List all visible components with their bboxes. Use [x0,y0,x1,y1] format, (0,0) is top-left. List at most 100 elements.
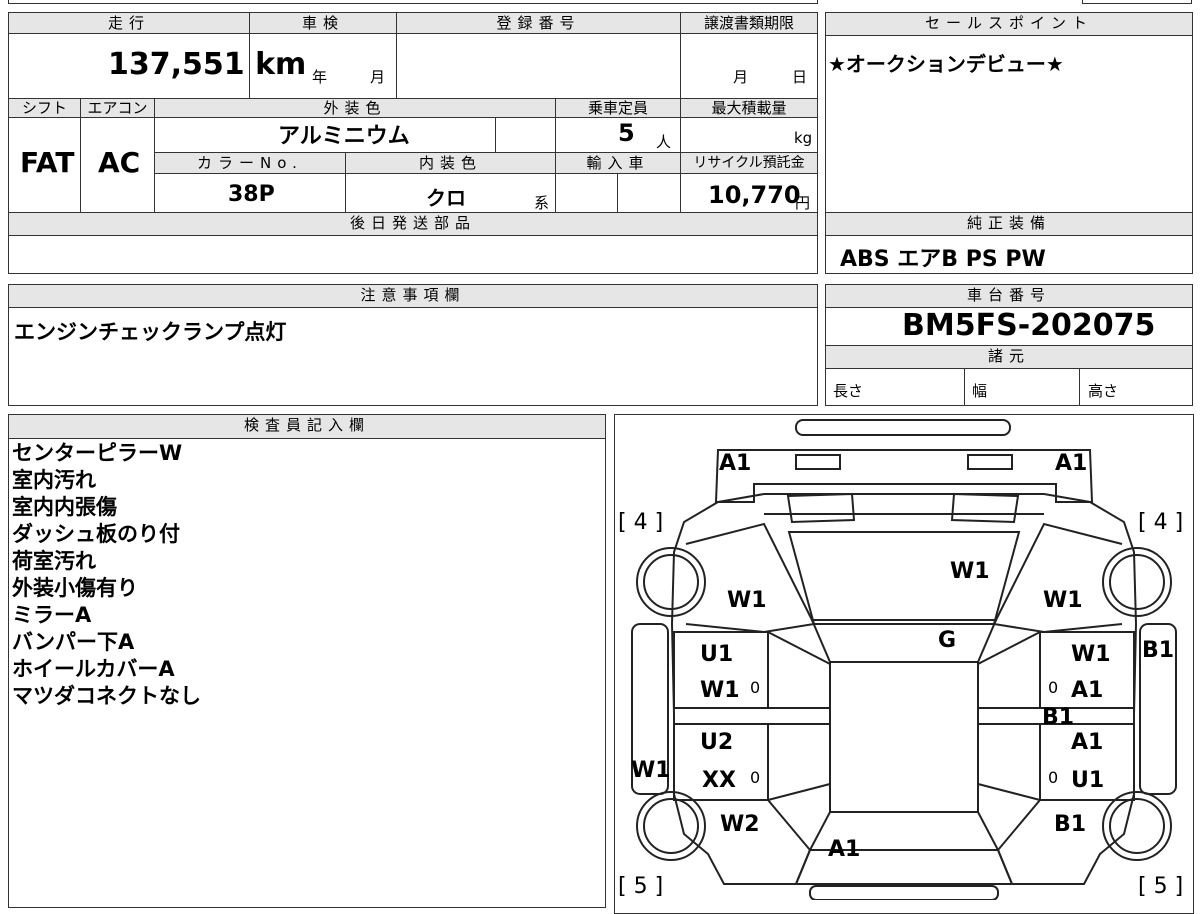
inspector-header: 検査員記入欄 [8,414,606,439]
rear-bumper [809,885,999,900]
inspector-note-line: 荷室汚れ [12,549,96,573]
mark-tire-rl: [ 5 ] [618,874,664,899]
spec-width-label: 幅 [972,382,988,400]
mark-side-right: B1 [1142,638,1175,663]
inspector-note-line: ホイールカバーA [12,657,175,681]
mark-windshield: G [938,628,957,653]
mark-zero-rr: 0 [1048,768,1059,787]
exterior-color-header: 外装色 [154,98,556,118]
caution-value: エンジンチェックランプ点灯 [14,320,287,344]
tire-rear-left-inner [643,798,699,854]
recycle-fee-header: リサイクル預託金 [680,152,818,174]
inspector-note-line: 外装小傷有り [12,576,138,600]
inspector-note-line: 室内内張傷 [12,495,117,519]
color-no-value: 38P [228,182,275,207]
transfer-deadline-header: 譲渡書類期限 [680,12,818,34]
color-no-header: カラーNo. [154,152,346,174]
tire-rear-right [1102,791,1172,861]
capacity-value: 5 [618,119,635,147]
interior-color-value: クロ [426,186,466,210]
tire-front-left-inner [643,554,699,610]
specs-header: 諸元 [825,345,1193,369]
import-cell-1 [555,173,618,213]
spec-length-label: 長さ [833,382,864,400]
interior-color-suffix: 系 [534,194,550,212]
spec-height-label: 高さ [1088,382,1119,400]
mark-front-left: A1 [719,451,752,476]
mark-door-rl-1: U2 [700,730,734,755]
mark-quarter-left: W2 [720,812,760,837]
aircon-header: エアコン [80,98,155,118]
tire-front-left [636,547,706,617]
mark-door-fl-2: W1 [700,678,740,703]
mark-door-rl-2: XX [702,768,736,793]
inspection-month-unit: 月 [370,68,386,86]
inspector-note-line: ダッシュ板のり付 [12,522,180,546]
mark-fender-left: W1 [727,588,767,613]
inspection-header: 車検 [249,12,397,34]
exterior-color-value: アルミニウム [278,124,410,149]
top-strip [8,0,818,4]
max-load-header: 最大積載量 [680,98,818,118]
interior-color-header: 内装色 [345,152,556,174]
aircon-value: AC [98,146,141,179]
deadline-day-unit: 日 [792,68,808,86]
door-window-rear-left [767,783,831,801]
recycle-fee-value: 10,770 [708,181,801,209]
mark-tire-rr: [ 5 ] [1138,874,1184,899]
shift-value: FAT [20,146,75,179]
mark-side-left: W1 [631,758,671,783]
mark-rear: A1 [828,837,861,862]
tire-rear-left [636,791,706,861]
mark-pillar-right: B1 [1042,705,1075,730]
mark-door-rr-2: U1 [1071,768,1105,793]
inspector-note-line: センターピラーW [12,441,183,465]
vehicle-info-table: 走行 車検 登録番号 譲渡書類期限 137,551 km 年 月 月 日 シフト… [8,12,818,274]
max-load-unit: kg [794,129,813,147]
sales-point-value: ★オークションデビュー★ [828,52,1064,76]
exterior-color-extra-cell [495,117,556,153]
door-window-front-left [767,631,831,665]
import-cell-2 [617,173,681,213]
front-bumper [795,419,1011,436]
inspector-note-line: 室内汚れ [12,468,96,492]
mark-zero-rl: 0 [750,768,761,787]
tire-rear-right-inner [1109,798,1165,854]
later-parts-header: 後日発送部品 [8,212,818,236]
grille-right [950,492,1020,524]
roof [829,661,979,813]
top-strip-right [1082,0,1192,4]
chassis-no-value: BM5FS-202075 [902,308,1156,343]
shift-header: シフト [8,98,81,118]
deadline-month-unit: 月 [733,68,749,86]
tire-front-right [1102,547,1172,617]
capacity-header: 乗車定員 [555,98,681,118]
inspector-note-line: ミラーA [12,603,92,627]
headlight-right [967,454,1013,470]
recycle-fee-unit: 円 [795,194,811,212]
door-window-rear-right [977,783,1041,801]
headlight-left [795,454,841,470]
inspection-year-unit: 年 [312,68,328,86]
registration-cell [396,33,681,99]
mark-door-fr-1: W1 [1071,642,1111,667]
mark-hood: W1 [950,559,990,584]
windshield [810,619,998,663]
import-header: 輸入車 [555,152,681,174]
chassis-no-header: 車台番号 [825,284,1193,308]
capacity-unit: 人 [656,133,672,151]
pillar-left [674,707,831,725]
genuine-equipment-value: ABS エアB PS PW [840,247,1046,272]
inspector-note-line: マツダコネクトなし [12,684,201,708]
tire-front-right-inner [1109,554,1165,610]
sales-point-header: セールスポイント [825,12,1193,36]
inspector-note-line: バンパー下A [12,630,135,654]
mark-door-rr-1: A1 [1071,730,1104,755]
mark-quarter-right: B1 [1054,812,1087,837]
mark-front-right: A1 [1055,451,1088,476]
mark-fender-right: W1 [1043,588,1083,613]
door-window-front-right [977,631,1041,665]
mark-door-fl-1: U1 [700,642,734,667]
registration-header: 登録番号 [396,12,681,34]
mark-tire-fr: [ 4 ] [1138,510,1184,535]
